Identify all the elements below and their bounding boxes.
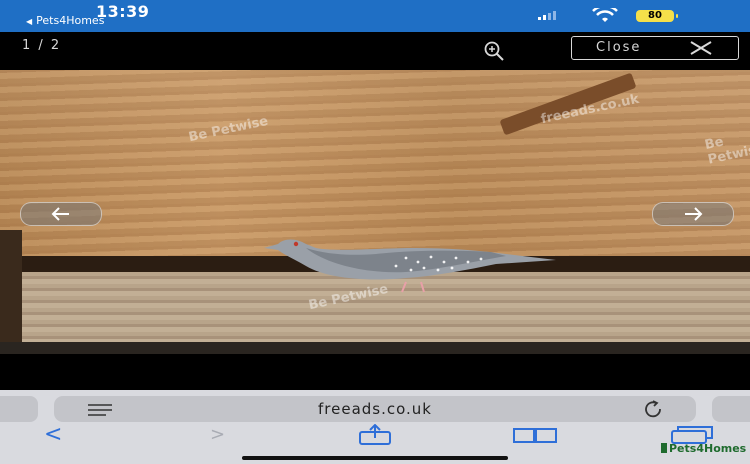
brand-label: Pets4Homes xyxy=(669,442,747,455)
chevron-left-icon: < xyxy=(44,422,63,447)
watermark-text: Be Petwise xyxy=(187,113,270,146)
back-button[interactable]: < xyxy=(44,424,62,446)
dove-image xyxy=(264,239,556,293)
paw-icon xyxy=(661,443,667,453)
status-bar: 13:39 ◀ Pets4Homes 80 xyxy=(0,0,750,32)
back-triangle-icon: ◀ xyxy=(26,17,33,26)
previous-tab-peek[interactable] xyxy=(0,396,38,422)
listing-photo: Be Petwise freeads.co.uk Be Petwise Be P… xyxy=(0,70,750,354)
share-icon[interactable] xyxy=(357,424,393,446)
previous-image-button[interactable] xyxy=(20,202,102,226)
address-bar[interactable]: freeads.co.uk xyxy=(54,396,696,422)
zoom-in-icon[interactable] xyxy=(481,38,507,64)
url-text: freeads.co.uk xyxy=(318,400,432,418)
browser-bottom-bar: freeads.co.uk < > Pets4Homes xyxy=(0,390,750,464)
chevron-right-icon: > xyxy=(210,424,226,445)
forward-button[interactable]: > xyxy=(210,426,225,444)
wifi-icon xyxy=(592,8,618,22)
image-counter: 1 / 2 xyxy=(22,38,62,53)
back-to-app-link[interactable]: ◀ Pets4Homes xyxy=(26,14,104,27)
cellular-signal-icon xyxy=(538,10,556,20)
back-app-label: Pets4Homes xyxy=(36,14,105,27)
close-button[interactable]: Close xyxy=(571,36,739,60)
pets4homes-logo: Pets4Homes xyxy=(661,442,746,455)
arrow-right-icon xyxy=(685,207,703,221)
browser-toolbar: < > xyxy=(0,424,750,448)
arrow-left-icon xyxy=(51,207,69,221)
next-tab-peek[interactable] xyxy=(712,396,750,422)
home-indicator xyxy=(242,456,508,460)
close-icon xyxy=(690,41,712,55)
watermark-text: Be Petwise xyxy=(703,134,750,168)
close-label: Close xyxy=(596,40,642,55)
battery-indicator: 80 xyxy=(636,10,678,22)
image-viewer-header: 1 / 2 Close xyxy=(0,32,750,70)
reload-icon[interactable] xyxy=(640,400,666,418)
bookmarks-icon[interactable] xyxy=(512,426,558,444)
next-image-button[interactable] xyxy=(652,202,734,226)
